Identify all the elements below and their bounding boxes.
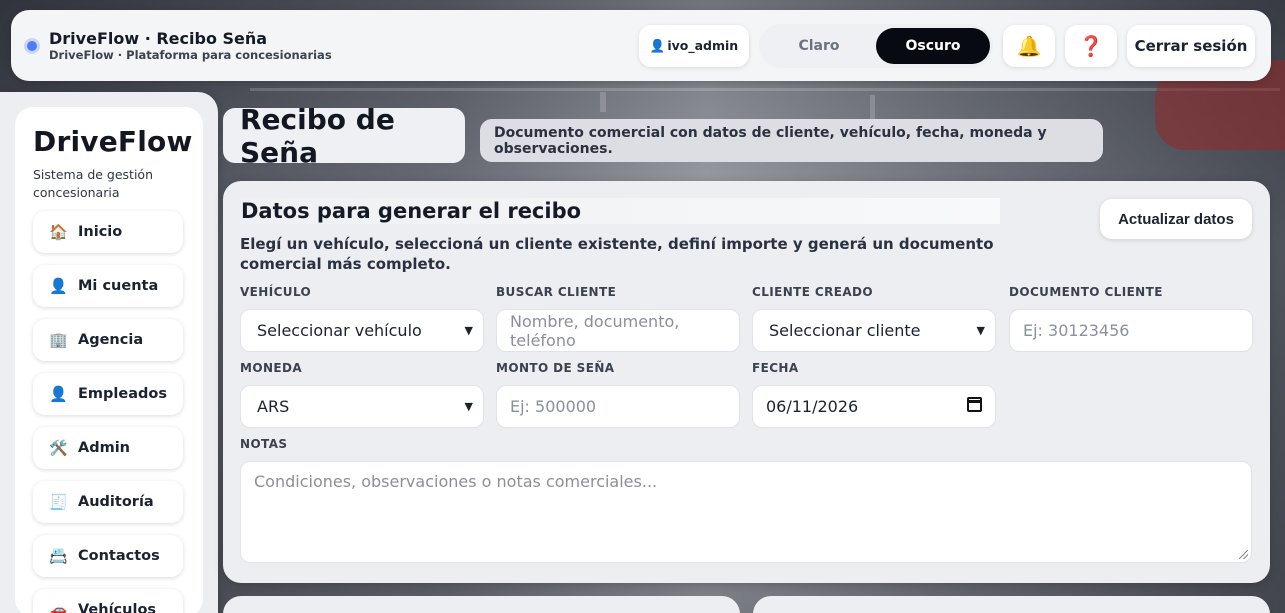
user-badge[interactable]: 👤 ivo_admin <box>639 24 749 67</box>
sidebar-item-label: Admin <box>78 440 131 456</box>
logout-button[interactable]: Cerrar sesión <box>1127 24 1255 67</box>
page-description: Documento comercial con datos de cliente… <box>480 119 1103 162</box>
sidebar-nav: 🏠 Inicio 👤 Mi cuenta 🏢 Agencia 👤 Emplead… <box>33 211 185 613</box>
user-icon: 👤 <box>649 37 666 53</box>
theme-toggle: Claro Oscuro <box>759 23 993 68</box>
receipt-form-card: Datos para generar el recibo Elegí un ve… <box>223 181 1270 583</box>
document-label: DOCUMENTO CLIENTE <box>1009 285 1163 299</box>
amount-label: MONTO DE SEÑA <box>496 361 615 375</box>
sidebar-brand: DriveFlow <box>33 125 193 158</box>
sidebar-item-label: Inicio <box>78 224 123 240</box>
sidebar-subtitle: Sistema de gestión concesionaria <box>33 167 154 200</box>
app-header: DriveFlow · Recibo Seña DriveFlow · Plat… <box>49 28 332 62</box>
vehicle-field: VEHÍCULO Seleccionar vehículo ▼ <box>240 285 484 352</box>
search-client-field: BUSCAR CLIENTE Nombre, documento, teléfo… <box>496 285 740 352</box>
client-select-value: Seleccionar cliente <box>769 321 921 340</box>
help-icon: ❓ <box>1078 33 1104 58</box>
building-icon: 🏢 <box>49 331 68 349</box>
lower-card-right <box>753 596 1270 613</box>
sidebar-item-label: Mi cuenta <box>78 278 159 294</box>
sidebar-item-contactos[interactable]: 📇 Contactos <box>33 535 183 577</box>
notes-label: NOTAS <box>240 437 288 451</box>
username: ivo_admin <box>667 38 739 53</box>
sidebar-item-mi-cuenta[interactable]: 👤 Mi cuenta <box>33 265 183 307</box>
date-field: FECHA 06/11/2026 <box>752 361 996 428</box>
help-button[interactable]: ❓ <box>1065 24 1117 67</box>
chevron-down-icon: ▼ <box>976 324 985 337</box>
notes-placeholder: Condiciones, observaciones o notas comer… <box>254 472 658 491</box>
chevron-down-icon: ▼ <box>464 324 473 337</box>
sidebar-item-label: Vehículos <box>78 602 157 613</box>
sidebar: DriveFlow Sistema de gestión concesionar… <box>0 92 218 613</box>
vehicle-select-value: Seleccionar vehículo <box>257 321 422 340</box>
receipt-icon: 🧾 <box>49 493 68 511</box>
user-icon: 👤 <box>49 385 68 403</box>
client-select[interactable]: Seleccionar cliente ▼ <box>752 309 996 352</box>
theme-dark-button[interactable]: Oscuro <box>876 27 990 64</box>
app-title: DriveFlow · Recibo Seña <box>49 28 268 48</box>
notes-textarea[interactable]: Condiciones, observaciones o notas comer… <box>240 461 1252 563</box>
bell-icon: 🔔 <box>1016 33 1042 58</box>
refresh-data-button[interactable]: Actualizar datos <box>1100 199 1252 239</box>
client-field: CLIENTE CREADO Seleccionar cliente ▼ <box>752 285 996 352</box>
sidebar-item-empleados[interactable]: 👤 Empleados <box>33 373 183 415</box>
sidebar-item-agencia[interactable]: 🏢 Agencia <box>33 319 183 361</box>
sidebar-item-label: Empleados <box>78 386 167 402</box>
date-label: FECHA <box>752 361 799 375</box>
form-title: Datos para generar el recibo <box>240 198 1000 224</box>
tools-icon: 🛠️ <box>49 439 68 457</box>
chevron-down-icon: ▼ <box>464 400 473 413</box>
search-client-input[interactable]: Nombre, documento, teléfono <box>496 309 740 352</box>
top-bar: DriveFlow · Recibo Seña DriveFlow · Plat… <box>11 10 1271 81</box>
home-icon: 🏠 <box>49 223 68 241</box>
sidebar-item-label: Auditoría <box>78 494 154 510</box>
document-field: DOCUMENTO CLIENTE Ej: 30123456 <box>1009 285 1253 352</box>
currency-select[interactable]: ARS ▼ <box>240 385 484 428</box>
amount-input[interactable]: Ej: 500000 <box>496 385 740 428</box>
calendar-icon[interactable] <box>967 397 982 412</box>
user-icon: 👤 <box>49 277 68 295</box>
app-subtitle: DriveFlow · Plataforma para concesionari… <box>49 47 332 62</box>
date-value: 06/11/2026 <box>766 397 859 416</box>
sidebar-item-admin[interactable]: 🛠️ Admin <box>33 427 183 469</box>
currency-label: MONEDA <box>240 361 303 375</box>
amount-field: MONTO DE SEÑA Ej: 500000 <box>496 361 740 428</box>
search-client-label: BUSCAR CLIENTE <box>496 285 617 299</box>
date-input[interactable]: 06/11/2026 <box>752 385 996 428</box>
form-lead: Elegí un vehículo, seleccioná un cliente… <box>240 235 994 273</box>
resize-handle[interactable] <box>1239 550 1248 559</box>
notifications-button[interactable]: 🔔 <box>1003 24 1055 67</box>
currency-field: MONEDA ARS ▼ <box>240 361 484 428</box>
theme-light-button[interactable]: Claro <box>762 28 876 64</box>
client-label: CLIENTE CREADO <box>752 285 874 299</box>
sidebar-item-auditoria[interactable]: 🧾 Auditoría <box>33 481 183 523</box>
sidebar-item-inicio[interactable]: 🏠 Inicio <box>33 211 183 253</box>
vehicle-label: VEHÍCULO <box>240 285 312 299</box>
vehicle-select[interactable]: Seleccionar vehículo ▼ <box>240 309 484 352</box>
currency-select-value: ARS <box>257 397 290 416</box>
contact-card-icon: 📇 <box>49 547 68 565</box>
sidebar-item-vehiculos[interactable]: 🚗 Vehículos <box>33 589 183 613</box>
status-dot <box>27 40 37 51</box>
document-input[interactable]: Ej: 30123456 <box>1009 309 1253 352</box>
sidebar-item-label: Agencia <box>78 332 144 348</box>
page-title: Recibo de Seña <box>223 103 465 169</box>
notes-field: NOTAS Condiciones, observaciones o notas… <box>240 437 1252 563</box>
lower-card-left <box>223 596 740 613</box>
car-icon: 🚗 <box>49 601 68 613</box>
sidebar-item-label: Contactos <box>78 548 160 564</box>
